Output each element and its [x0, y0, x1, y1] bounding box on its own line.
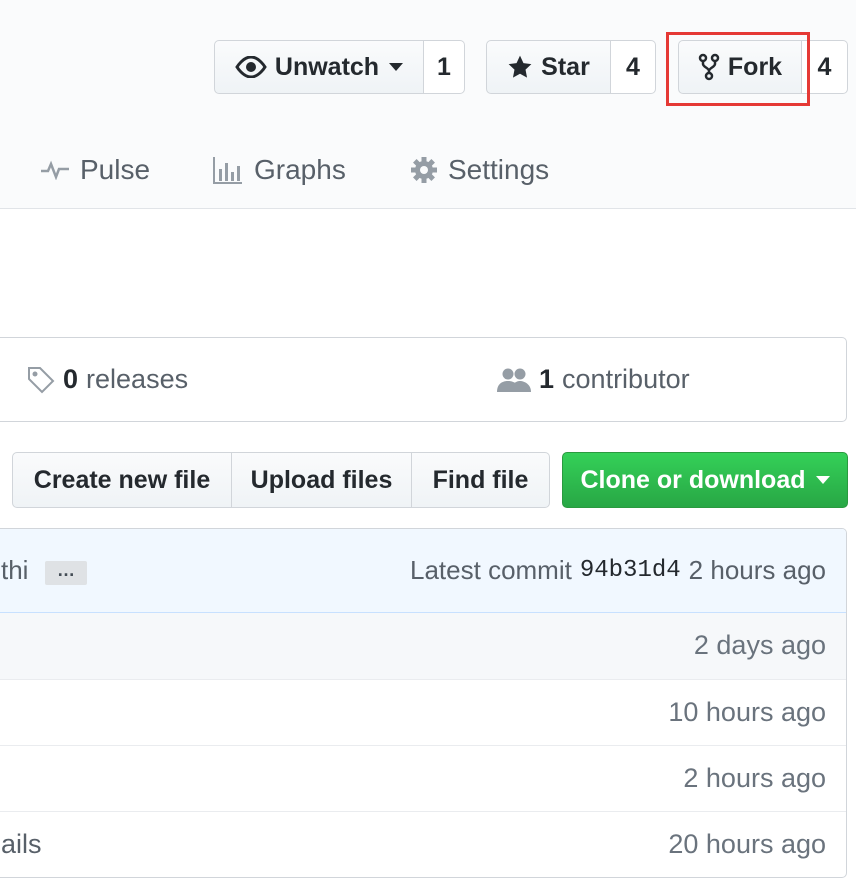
unwatch-label: Unwatch [274, 52, 380, 81]
upload-files-button[interactable]: Upload files [232, 452, 412, 508]
stars-count[interactable]: 4 [611, 40, 656, 94]
tab-graphs-label: Graphs [254, 154, 346, 185]
file-age: 2 hours ago [683, 763, 826, 793]
clone-label: Clone or download [580, 465, 806, 494]
table-row[interactable]: 2 hours ago [0, 745, 846, 811]
unwatch-button[interactable]: Unwatch [214, 40, 424, 94]
star-group: Star 4 [486, 40, 656, 94]
file-navigation: Create new file Upload files Find file [12, 452, 550, 508]
eye-icon [235, 56, 267, 78]
unwatch-group: Unwatch 1 [214, 40, 465, 94]
commit-message[interactable]: thi [1, 555, 28, 586]
pulse-icon [41, 160, 69, 180]
contributors-link[interactable]: 1 contributor [497, 364, 690, 395]
chevron-down-icon [389, 63, 404, 71]
contributors-label: contributor [562, 364, 690, 394]
releases-count: 0 [63, 364, 79, 394]
file-age: 20 hours ago [668, 829, 826, 859]
repo-header: Unwatch 1 Star 4 Fork 4 Pulse Graphs Set… [0, 0, 856, 209]
file-age: 10 hours ago [668, 697, 826, 727]
releases-label: releases [86, 364, 189, 394]
create-new-file-button[interactable]: Create new file [12, 452, 232, 508]
commit-time: 2 hours ago [688, 555, 826, 585]
gear-icon [411, 157, 437, 183]
file-name[interactable]: ails [1, 829, 42, 860]
numbers-summary: 0 releases 1 contributor [0, 337, 847, 422]
star-button[interactable]: Star [486, 40, 611, 94]
releases-link[interactable]: 0 releases [27, 364, 188, 395]
clone-or-download-button[interactable]: Clone or download [562, 452, 848, 508]
tab-graphs[interactable]: Graphs [212, 148, 346, 192]
tab-settings[interactable]: Settings [410, 148, 549, 192]
tag-icon [28, 366, 55, 393]
fork-highlight-box [666, 32, 810, 106]
latest-commit-label: Latest commit [410, 555, 572, 585]
tab-settings-label: Settings [448, 154, 550, 185]
table-row[interactable]: ails 20 hours ago [0, 811, 846, 877]
table-row[interactable]: 10 hours ago [0, 679, 846, 745]
tab-pulse[interactable]: Pulse [40, 148, 150, 192]
tab-pulse-label: Pulse [80, 154, 151, 185]
contributors-count: 1 [539, 364, 555, 394]
star-icon [508, 55, 532, 78]
people-icon [497, 368, 531, 392]
find-file-button[interactable]: Find file [412, 452, 550, 508]
file-list: thi … Latest commit 94b31d4 2 hours ago … [0, 528, 847, 878]
commit-expand-button[interactable]: … [45, 561, 87, 585]
watchers-count[interactable]: 1 [424, 40, 465, 94]
table-row[interactable]: 2 days ago [0, 613, 846, 679]
graph-icon [213, 157, 242, 184]
file-age: 2 days ago [693, 630, 826, 660]
star-label: Star [541, 52, 590, 81]
latest-commit-info: Latest commit 94b31d4 2 hours ago [410, 555, 826, 586]
chevron-down-icon [815, 476, 830, 484]
commit-sha-link[interactable]: 94b31d4 [580, 557, 681, 586]
latest-commit-bar: thi … Latest commit 94b31d4 2 hours ago [0, 529, 846, 613]
